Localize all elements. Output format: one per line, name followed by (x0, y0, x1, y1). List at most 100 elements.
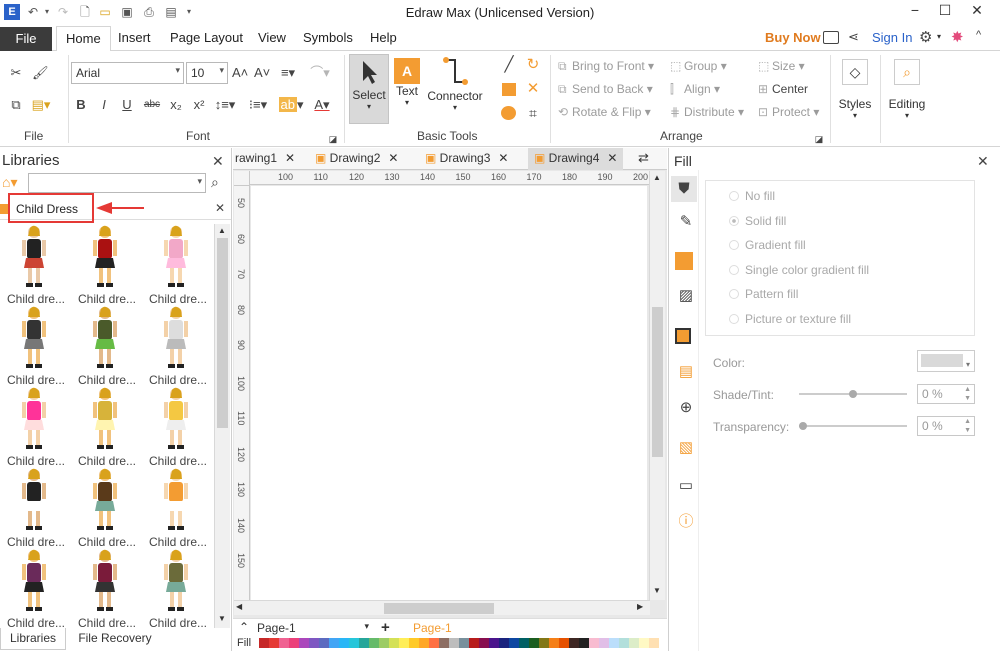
buy-now-link[interactable]: Buy Now (765, 30, 821, 45)
tab-insert[interactable]: Insert (118, 30, 151, 45)
palette-swatch[interactable] (539, 638, 549, 648)
fill-option-radio[interactable]: Picture or texture fill (729, 312, 851, 326)
library-shape-item[interactable]: Child dre... (0, 548, 68, 628)
cut-icon[interactable]: ✂ (8, 65, 24, 81)
tab-file[interactable]: File (0, 27, 52, 51)
align-button[interactable]: ⫿ Align ▾ (670, 82, 720, 97)
distribute-button[interactable]: ⋕ Distribute ▾ (670, 105, 744, 119)
doc-tab-active[interactable]: ▣ Drawing4 ✕ (528, 148, 624, 170)
copy-icon[interactable]: ⧉ (8, 97, 24, 113)
palette-swatch[interactable] (519, 638, 529, 648)
palette-swatch[interactable] (579, 638, 589, 648)
palette-swatch[interactable] (529, 638, 539, 648)
page-properties-icon[interactable]: ▤ (676, 364, 696, 384)
close-libraries-icon[interactable]: ✕ (212, 153, 224, 170)
page-selector[interactable]: Page-1 ▾ (257, 621, 369, 637)
transparency-value[interactable]: 0 % ▲ ▼ (917, 416, 975, 436)
center-button[interactable]: ⊞ Center (758, 82, 808, 96)
underline-icon[interactable]: U (120, 97, 134, 113)
library-shape-item[interactable]: Child dre... (0, 386, 68, 468)
editing-button[interactable]: ⌕ Editing ▾ (884, 57, 930, 137)
palette-swatch[interactable] (499, 638, 509, 648)
palette-swatch[interactable] (549, 638, 559, 648)
theme-icon[interactable]: ✸ (951, 28, 964, 46)
palette-swatch[interactable] (489, 638, 499, 648)
polyline-tool-icon[interactable]: ✕ (524, 81, 542, 97)
library-search-input[interactable]: ▾ (28, 173, 206, 193)
palette-swatch[interactable] (409, 638, 419, 648)
palette-swatch[interactable] (509, 638, 519, 648)
size-button[interactable]: ⬚ Size ▾ (758, 59, 805, 73)
palette-swatch[interactable] (469, 638, 479, 648)
connector-button[interactable]: Connector ▾ (425, 54, 485, 124)
close-fill-panel-icon[interactable]: ✕ (977, 153, 989, 170)
rotate-flip-button[interactable]: ⟲ Rotate & Flip ▾ (558, 105, 651, 119)
library-shape-item[interactable]: Child dre... (142, 386, 210, 468)
arrange-dialog-launcher-icon[interactable]: ◪ (814, 131, 824, 147)
palette-swatch[interactable] (559, 638, 569, 648)
paste-icon[interactable]: ▤▾ (30, 97, 52, 113)
add-page-icon[interactable]: + (381, 619, 390, 636)
rectangle-tool-icon[interactable] (502, 83, 516, 96)
palette-swatch[interactable] (349, 638, 359, 648)
comment-icon[interactable]: ▭ (676, 478, 696, 498)
shadow-icon[interactable] (675, 328, 691, 344)
font-family-select[interactable]: Arial ▾ (71, 62, 184, 84)
palette-swatch[interactable] (639, 638, 649, 648)
palette-swatch[interactable] (419, 638, 429, 648)
tab-symbols[interactable]: Symbols (303, 30, 353, 45)
shade-tint-value[interactable]: 0 % ▲ ▼ (917, 384, 975, 404)
fill-option-radio[interactable]: Single color gradient fill (729, 263, 869, 277)
palette-swatch[interactable] (399, 638, 409, 648)
library-shape-item[interactable]: Child dre... (142, 467, 210, 549)
close-window-icon[interactable]: ✕ (962, 0, 992, 22)
fill-option-radio[interactable]: Pattern fill (729, 287, 798, 301)
palette-swatch[interactable] (319, 638, 329, 648)
file-recovery-bottom-tab[interactable]: File Recovery (70, 628, 160, 650)
library-shape-item[interactable]: Child dre... (71, 386, 139, 468)
drawing-page[interactable] (251, 186, 647, 600)
palette-swatch[interactable] (329, 638, 339, 648)
library-shape-item[interactable]: Child dre... (142, 548, 210, 628)
search-icon[interactable]: ⌕ (211, 174, 219, 191)
palette-swatch[interactable] (599, 638, 609, 648)
increase-font-icon[interactable]: A˄ (232, 65, 248, 81)
tab-page-layout[interactable]: Page Layout (170, 30, 243, 45)
tab-home[interactable]: Home (56, 26, 111, 52)
maximize-icon[interactable]: ☐ (930, 0, 960, 22)
transparency-slider[interactable] (799, 422, 907, 430)
library-shape-item[interactable]: Child dre... (0, 224, 68, 306)
palette-swatch[interactable] (369, 638, 379, 648)
palette-swatch[interactable] (459, 638, 469, 648)
arc-tool-icon[interactable]: ↻ (524, 57, 542, 73)
highlight-color-icon[interactable]: ab ▾ (278, 97, 304, 113)
library-shape-item[interactable]: Child dre... (71, 548, 139, 628)
tab-view[interactable]: View (258, 30, 286, 45)
align-text-icon[interactable]: ≡▾ (278, 65, 298, 81)
doc-tab[interactable]: ▣ Drawing2 ✕ (315, 151, 398, 165)
tab-scroll-arrows-icon[interactable]: ⇄ (638, 150, 649, 166)
library-shape-item[interactable]: Child dre... (142, 224, 210, 306)
font-color-icon[interactable]: A▾ (310, 97, 334, 113)
cart-icon[interactable] (823, 31, 839, 44)
send-to-back-button[interactable]: ⧉ Send to Back ▾ (558, 82, 653, 97)
hyperlink-globe-icon[interactable]: ⊕ (676, 400, 696, 420)
palette-swatch[interactable] (279, 638, 289, 648)
palette-swatch[interactable] (589, 638, 599, 648)
font-dialog-launcher-icon[interactable]: ◪ (328, 131, 338, 147)
minimize-icon[interactable]: − (900, 0, 930, 22)
palette-swatch[interactable] (269, 638, 279, 648)
palette-swatch[interactable] (309, 638, 319, 648)
close-category-icon[interactable]: ✕ (215, 201, 225, 215)
share-icon[interactable]: ⋖ (848, 29, 859, 45)
close-tab-icon[interactable]: ✕ (285, 151, 295, 165)
attachment-icon[interactable]: ▧ (676, 440, 696, 460)
line-tool-icon[interactable]: ╱ (500, 57, 518, 73)
color-palette[interactable] (259, 638, 659, 648)
line-style-icon[interactable]: ✎ (676, 214, 696, 234)
library-scrollbar[interactable]: ▲ ▼ (214, 224, 230, 628)
bring-to-front-button[interactable]: ⧉ Bring to Front ▾ (558, 59, 654, 74)
fill-option-radio[interactable]: Gradient fill (729, 238, 806, 252)
fill-bucket-icon[interactable]: ⛊ (671, 176, 697, 202)
palette-swatch[interactable] (379, 638, 389, 648)
